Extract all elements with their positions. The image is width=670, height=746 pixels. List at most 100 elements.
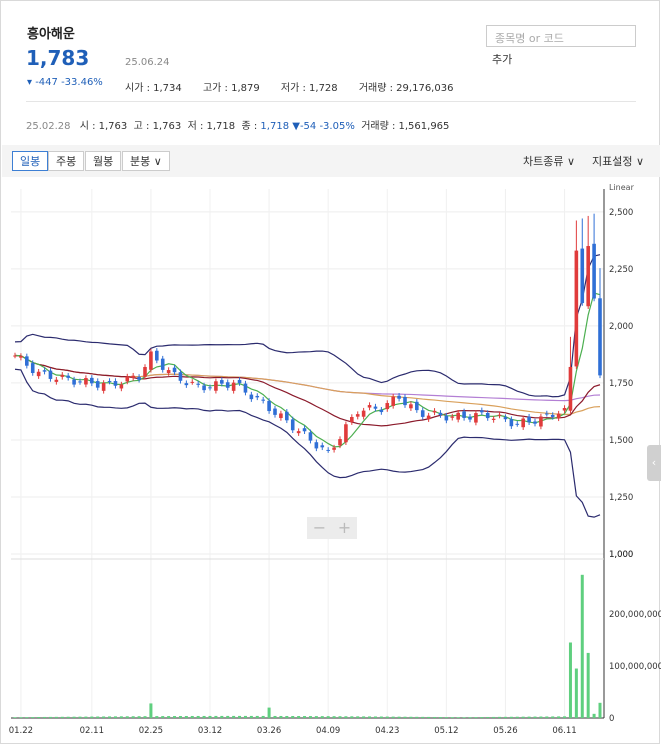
x-tick-label: 03.12 (198, 726, 222, 736)
candle-body (397, 395, 401, 399)
volume-bar (249, 715, 253, 718)
volume-bar (338, 716, 342, 718)
volume-tick-label: 0 (609, 714, 614, 724)
volume-bar (598, 702, 602, 718)
candle-body (480, 410, 484, 413)
add-button[interactable]: 추가 (492, 51, 512, 67)
candle-body (527, 416, 531, 423)
search-input[interactable]: 종목명 or 코드 (486, 25, 636, 47)
candle-body (113, 381, 118, 386)
candle-body (149, 351, 153, 370)
chart-toolbar: 일봉 주봉 월봉 분봉 ∨ 차트종류 ∨ 지표설정 ∨ (2, 145, 660, 177)
candle-body (308, 432, 313, 441)
volume-bar (60, 716, 64, 718)
ma120-line (14, 354, 601, 402)
candle-body (25, 356, 29, 366)
history-close: 1,718 (260, 121, 290, 132)
candle-body (285, 411, 289, 421)
volume-bar (368, 716, 372, 718)
volume-tick-label: 100,000,000 (609, 662, 661, 672)
candle-body (296, 431, 301, 434)
volume-bar (415, 716, 419, 718)
volume-bar (438, 717, 442, 718)
quote-stats: 시가 : 1,734 고가 : 1,879 저가 : 1,728 거래량 : 2… (125, 79, 471, 94)
candle-body (320, 445, 325, 448)
volume-bar (72, 716, 76, 718)
volume-bar (450, 717, 454, 718)
zoom-in-button[interactable]: + (332, 517, 357, 539)
price-tick-label: 2,500 (609, 208, 633, 218)
price-tick-label: 1,250 (609, 493, 633, 503)
volume-bar (344, 716, 348, 718)
volume-bar (184, 716, 188, 718)
candle-body (420, 410, 425, 417)
candle-body (225, 382, 230, 388)
candle-body (550, 415, 555, 417)
side-panel-handle[interactable]: ‹ (647, 445, 661, 481)
zoom-out-button[interactable]: − (307, 517, 332, 539)
candle-body (314, 442, 319, 449)
candle-body (509, 419, 514, 427)
candle-body (580, 248, 585, 304)
candle-body (539, 416, 543, 427)
history-date: 25.02.28 (26, 121, 71, 132)
volume-stat: 거래량 : 29,176,036 (358, 83, 454, 94)
volume-bar (243, 715, 247, 718)
volume-bar (456, 717, 460, 718)
history-delta: ▼-54 -3.05% (292, 121, 355, 132)
volume-bar (385, 716, 389, 718)
candle-body (125, 376, 130, 382)
candle-body (220, 380, 224, 384)
x-tick-label: 02.25 (139, 726, 163, 736)
tab-daily[interactable]: 일봉 (12, 151, 49, 171)
candle-body (338, 439, 342, 446)
candle-body (562, 408, 567, 411)
tab-weekly[interactable]: 주봉 (48, 151, 85, 171)
volume-bar (108, 716, 112, 718)
candle-body (326, 449, 330, 451)
volume-bar (350, 716, 354, 718)
candle-body (444, 415, 449, 421)
candle-body (403, 397, 407, 406)
candle-body (438, 412, 443, 416)
candle-body (497, 414, 502, 416)
stock-name: 흥아해운 (27, 27, 75, 42)
volume-bar (433, 716, 437, 718)
volume-bar (592, 713, 596, 718)
candle-body (202, 385, 206, 391)
high-stat: 고가 : 1,879 (202, 83, 260, 94)
candle-body (515, 423, 520, 425)
volume-bar (267, 707, 271, 718)
candle-body (574, 250, 579, 367)
volume-bar (391, 716, 395, 718)
x-tick-label: 06.11 (552, 726, 576, 736)
candle-body (243, 383, 248, 393)
volume-bar (214, 715, 218, 718)
volume-bar (462, 717, 466, 718)
candle-body (290, 419, 295, 431)
chart-type-menu[interactable]: 차트종류 ∨ (523, 153, 575, 169)
candle-body (166, 370, 171, 374)
indicator-menu[interactable]: 지표설정 ∨ (592, 153, 644, 169)
candle-body (78, 381, 82, 383)
candle-body (66, 375, 70, 378)
candle-body (178, 372, 183, 381)
tab-minute[interactable]: 분봉 ∨ (122, 151, 170, 171)
history-open: 시 : 1,763 (79, 121, 128, 132)
candle-body (196, 383, 200, 385)
candle-body (426, 415, 431, 420)
volume-bar (356, 716, 360, 718)
candle-body (155, 350, 159, 361)
volume-bar (255, 715, 259, 718)
volume-bar (25, 717, 29, 718)
volume-bar (539, 716, 543, 718)
candle-body (361, 410, 366, 417)
volume-bar (409, 716, 413, 718)
volume-bar (362, 716, 366, 718)
candle-body (255, 395, 260, 398)
candle-body (279, 413, 283, 419)
volume-bar (167, 716, 171, 718)
candle-body (415, 401, 419, 411)
volume-bar (173, 716, 177, 718)
tab-monthly[interactable]: 월봉 (85, 151, 122, 171)
